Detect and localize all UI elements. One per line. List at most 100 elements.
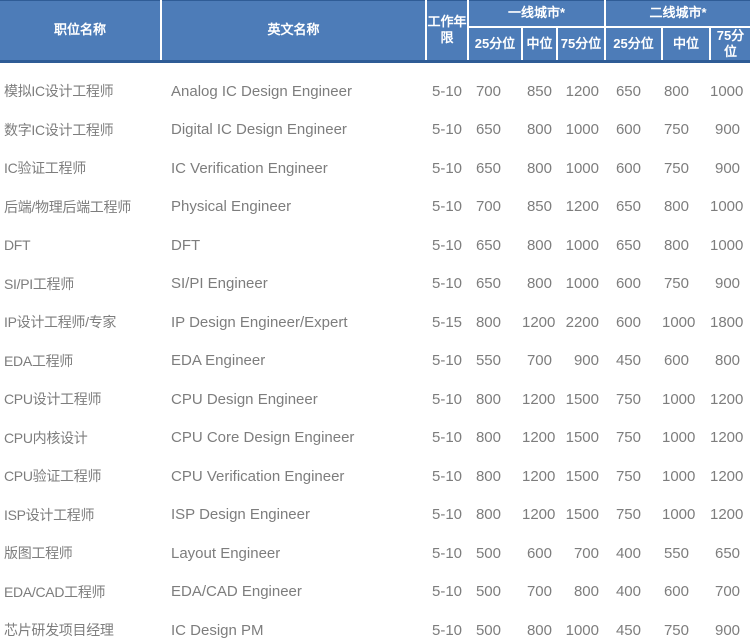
cell-t1_p75: 1000 (557, 111, 605, 150)
cell-t2_p50: 750 (662, 265, 710, 304)
cell-t2_p75: 1000 (710, 72, 750, 111)
cell-t2_p75: 1200 (710, 419, 750, 458)
cell-t1_p25: 800 (468, 380, 522, 419)
cell-years: 5-10 (426, 342, 468, 381)
cell-t1_p25: 650 (468, 226, 522, 265)
cell-t2_p75: 1000 (710, 188, 750, 227)
cell-t2_p75: 1200 (710, 457, 750, 496)
cell-t1_p25: 800 (468, 419, 522, 458)
col-header-years: 工作年限 (426, 1, 468, 62)
cell-t1_p50: 800 (522, 226, 557, 265)
cell-t1_p50: 800 (522, 611, 557, 640)
cell-position: SI/PI工程师 (0, 265, 161, 304)
cell-position: 芯片研发项目经理 (0, 611, 161, 640)
table-row: IC验证工程师IC Verification Engineer5-1065080… (0, 149, 750, 188)
cell-t2_p50: 1000 (662, 303, 710, 342)
cell-t1_p50: 700 (522, 573, 557, 612)
cell-t2_p50: 750 (662, 111, 710, 150)
cell-t1_p25: 500 (468, 573, 522, 612)
cell-t2_p25: 600 (605, 265, 662, 304)
cell-t1_p75: 2200 (557, 303, 605, 342)
table-row: ISP设计工程师ISP Design Engineer5-10800120015… (0, 496, 750, 535)
cell-t1_p25: 700 (468, 72, 522, 111)
cell-english: ISP Design Engineer (161, 496, 426, 535)
cell-t2_p25: 600 (605, 303, 662, 342)
cell-t2_p75: 650 (710, 534, 750, 573)
cell-t2_p50: 750 (662, 611, 710, 640)
cell-english: SI/PI Engineer (161, 265, 426, 304)
cell-t2_p75: 1200 (710, 496, 750, 535)
cell-position: 版图工程师 (0, 534, 161, 573)
cell-t2_p50: 1000 (662, 457, 710, 496)
cell-t2_p25: 750 (605, 496, 662, 535)
salary-report-page: 职位名称 英文名称 工作年限 一线城市* 二线城市* 25分位 中位 75分位 … (0, 0, 750, 640)
cell-years: 5-10 (426, 149, 468, 188)
cell-t1_p50: 800 (522, 111, 557, 150)
col-header-english: 英文名称 (161, 1, 426, 62)
cell-t1_p50: 1200 (522, 419, 557, 458)
cell-t2_p50: 600 (662, 573, 710, 612)
cell-t2_p25: 650 (605, 188, 662, 227)
cell-english: Analog IC Design Engineer (161, 72, 426, 111)
cell-t2_p25: 650 (605, 72, 662, 111)
cell-t2_p50: 800 (662, 188, 710, 227)
cell-position: IC验证工程师 (0, 149, 161, 188)
col-header-tier2-p25: 25分位 (605, 27, 662, 62)
cell-english: IC Verification Engineer (161, 149, 426, 188)
cell-t1_p50: 700 (522, 342, 557, 381)
col-header-tier1-median: 中位 (522, 27, 557, 62)
cell-t1_p75: 800 (557, 573, 605, 612)
cell-t1_p75: 1000 (557, 611, 605, 640)
cell-t1_p25: 650 (468, 265, 522, 304)
cell-t1_p75: 1000 (557, 265, 605, 304)
cell-t1_p25: 650 (468, 111, 522, 150)
cell-t2_p50: 550 (662, 534, 710, 573)
col-header-position: 职位名称 (0, 1, 161, 62)
cell-t1_p50: 1200 (522, 380, 557, 419)
cell-english: Layout Engineer (161, 534, 426, 573)
cell-years: 5-10 (426, 457, 468, 496)
table-row: CPU验证工程师CPU Verification Engineer5-10800… (0, 457, 750, 496)
cell-t1_p25: 800 (468, 303, 522, 342)
cell-t2_p25: 400 (605, 573, 662, 612)
cell-t1_p25: 800 (468, 496, 522, 535)
cell-t2_p50: 800 (662, 72, 710, 111)
cell-t2_p75: 900 (710, 265, 750, 304)
cell-t1_p75: 1000 (557, 226, 605, 265)
cell-t1_p25: 500 (468, 534, 522, 573)
cell-t2_p50: 1000 (662, 380, 710, 419)
cell-t1_p50: 600 (522, 534, 557, 573)
cell-t1_p50: 850 (522, 72, 557, 111)
cell-years: 5-10 (426, 534, 468, 573)
cell-t2_p75: 900 (710, 149, 750, 188)
cell-years: 5-10 (426, 419, 468, 458)
cell-position: CPU内核设计 (0, 419, 161, 458)
table-row: SI/PI工程师SI/PI Engineer5-1065080010006007… (0, 265, 750, 304)
cell-t2_p50: 600 (662, 342, 710, 381)
cell-t2_p25: 650 (605, 226, 662, 265)
cell-years: 5-10 (426, 188, 468, 227)
col-header-tier1-p75: 75分位 (557, 27, 605, 62)
cell-t1_p25: 700 (468, 188, 522, 227)
table-header: 职位名称 英文名称 工作年限 一线城市* 二线城市* 25分位 中位 75分位 … (0, 1, 750, 62)
cell-t2_p50: 1000 (662, 419, 710, 458)
table-row: 芯片研发项目经理IC Design PM5-105008001000450750… (0, 611, 750, 640)
cell-english: Digital IC Design Engineer (161, 111, 426, 150)
cell-t1_p50: 1200 (522, 303, 557, 342)
cell-t1_p75: 1200 (557, 72, 605, 111)
cell-years: 5-15 (426, 303, 468, 342)
cell-english: IC Design PM (161, 611, 426, 640)
cell-t1_p75: 1000 (557, 149, 605, 188)
cell-t1_p75: 700 (557, 534, 605, 573)
cell-t2_p25: 450 (605, 611, 662, 640)
cell-english: EDA/CAD Engineer (161, 573, 426, 612)
cell-t1_p25: 800 (468, 457, 522, 496)
cell-t1_p75: 1500 (557, 457, 605, 496)
cell-t1_p75: 900 (557, 342, 605, 381)
cell-position: 模拟IC设计工程师 (0, 72, 161, 111)
cell-years: 5-10 (426, 611, 468, 640)
col-header-tier2-p75: 75分位 (710, 27, 750, 62)
table-row: DFTDFT5-1065080010006508001000 (0, 226, 750, 265)
cell-english: CPU Core Design Engineer (161, 419, 426, 458)
cell-years: 5-10 (426, 380, 468, 419)
